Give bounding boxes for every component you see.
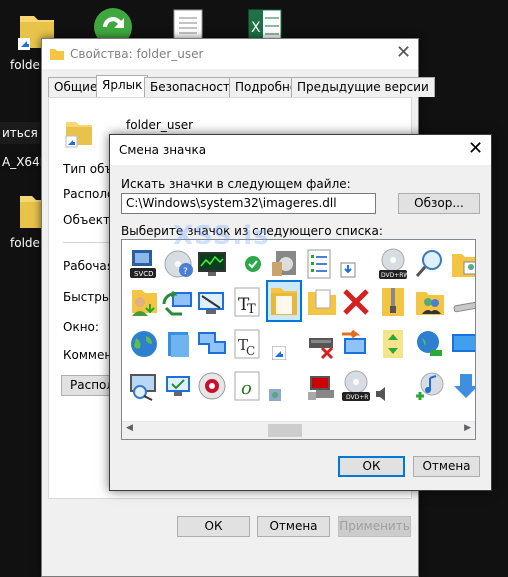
cd-drive-icon[interactable] [196, 370, 228, 402]
globe-network-icon[interactable] [414, 328, 446, 360]
svg-text:SVCD: SVCD [134, 270, 154, 278]
svg-text:o: o [241, 378, 252, 399]
drive-remove-icon[interactable] [306, 328, 338, 360]
browse-button[interactable]: Обзор... [398, 193, 480, 214]
file-path-input[interactable]: C:\Windows\system32\imageres.dll [121, 193, 376, 214]
font-tt-icon[interactable]: TT [232, 286, 264, 318]
svg-text:C: C [246, 344, 255, 358]
magnifier-icon[interactable] [414, 248, 446, 280]
folder-selected-icon[interactable] [266, 280, 302, 322]
speaker-icon[interactable] [374, 386, 406, 418]
svg-text:DVD+RW: DVD+RW [381, 272, 409, 279]
checklist-icon[interactable] [304, 248, 336, 280]
folder-icon [50, 49, 64, 60]
svg-text:X: X [251, 20, 261, 36]
field-label: Окно: [63, 320, 99, 334]
watermark: XSS.is [173, 221, 270, 251]
tab-previous-versions[interactable]: Предыдущие версии [291, 77, 435, 97]
window-title: Свойства: folder_user [70, 47, 204, 61]
shortcut-name: folder_user [126, 118, 194, 132]
font-tc-icon[interactable]: TC [232, 328, 264, 360]
cancel-button[interactable]: Отмена [257, 516, 330, 537]
shortcut-folder-icon [65, 122, 92, 148]
media-icon[interactable] [268, 248, 300, 280]
green-sort-icon[interactable] [377, 328, 409, 360]
dvd-rw-icon[interactable]: DVD+RW [377, 248, 409, 280]
network-monitors-icon[interactable] [196, 328, 228, 360]
field-label: Объект: [63, 213, 114, 227]
shortcut-arrow-icon[interactable] [271, 345, 304, 378]
folder-docs-icon[interactable] [306, 286, 338, 318]
zip-icon[interactable] [377, 286, 409, 318]
horizontal-scrollbar[interactable]: ◀ ▶ [122, 421, 475, 439]
network-sync-icon[interactable] [162, 286, 194, 318]
apply-button: Применить [338, 516, 411, 537]
small-app-icon[interactable] [268, 388, 300, 420]
scroll-right-icon[interactable]: ▶ [464, 423, 471, 433]
folder-pictures-icon[interactable] [450, 248, 475, 280]
title-bar: Смена значка ✕ [110, 135, 491, 165]
svg-text:?: ? [183, 267, 188, 277]
tab-shortcut[interactable]: Ярлык [96, 75, 149, 98]
field-label: Располо [63, 187, 115, 201]
monitor-search-icon[interactable] [128, 370, 160, 402]
globe-icon[interactable] [128, 328, 160, 360]
dvd-r-icon[interactable]: DVD+R [340, 370, 372, 402]
file-label: Искать значки в следующем файле: [121, 177, 351, 191]
monitor-check-icon[interactable] [162, 370, 194, 402]
dialog-title: Смена значка [119, 143, 207, 157]
monitor-chart-icon[interactable] [196, 248, 228, 280]
display-icon[interactable] [450, 328, 475, 360]
icon-list[interactable]: SVCD ? DVD+RW TT TC o DVD+R ◀ ▶ [121, 239, 476, 440]
blue-panels-icon[interactable] [162, 328, 194, 360]
close-icon[interactable]: ✕ [468, 140, 483, 158]
cd-help-icon[interactable]: ? [162, 248, 194, 280]
taskbar-strip: иться [0, 122, 40, 144]
ok-button[interactable]: ОК [177, 516, 250, 537]
svg-text:T: T [247, 302, 256, 317]
close-icon[interactable]: ✕ [396, 44, 411, 62]
change-icon-dialog: Смена значка ✕ Искать значки в следующем… [109, 134, 492, 491]
network-transfer-icon[interactable] [340, 328, 372, 360]
taskbar-strip: A_X64FR [0, 152, 55, 172]
scroll-thumb[interactable] [268, 424, 302, 437]
title-bar: Свойства: folder_user ✕ [42, 39, 418, 69]
svcd-icon[interactable]: SVCD [128, 248, 160, 280]
ok-button[interactable]: ОК [338, 456, 405, 477]
user-download-icon[interactable] [128, 286, 160, 318]
down-arrow-icon[interactable] [450, 370, 475, 402]
svg-text:DVD+R: DVD+R [346, 394, 368, 401]
scroll-left-icon[interactable]: ◀ [126, 423, 133, 433]
music-add-icon[interactable] [414, 370, 446, 402]
monitor-tools-icon[interactable] [196, 286, 228, 318]
computer-tools-icon[interactable] [306, 370, 338, 402]
users-folder-icon[interactable] [414, 286, 446, 318]
cancel-button[interactable]: Отмена [413, 456, 480, 477]
font-o-icon[interactable]: o [232, 370, 264, 402]
red-x-icon[interactable] [340, 286, 372, 318]
pen-icon[interactable] [450, 286, 475, 318]
